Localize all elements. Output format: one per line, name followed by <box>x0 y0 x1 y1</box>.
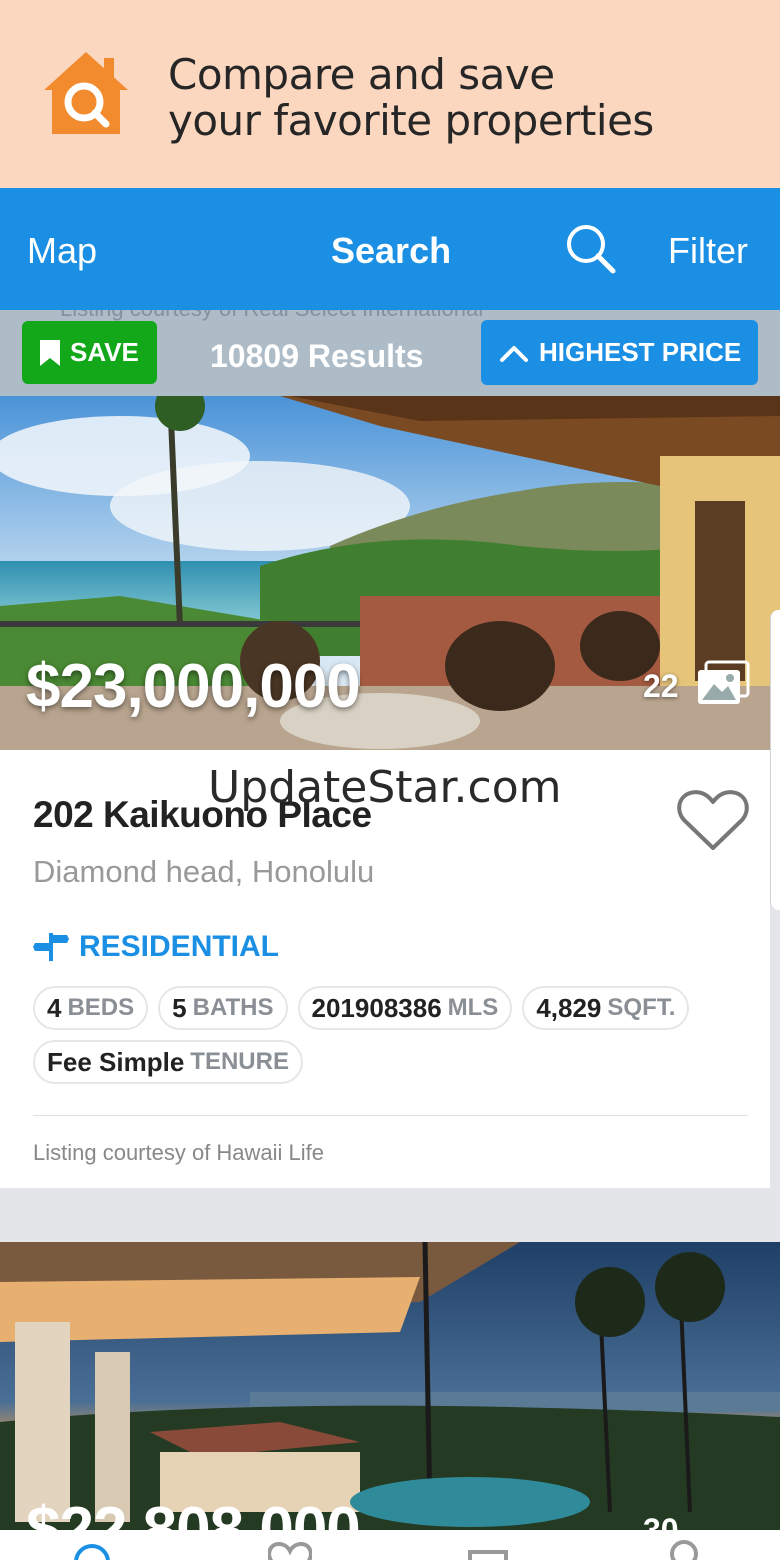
chip-value: Fee Simple <box>47 1046 185 1077</box>
sort-button[interactable]: HIGHEST PRICE <box>481 320 758 385</box>
promo-line-1: Compare and save <box>168 50 555 99</box>
heart-icon[interactable] <box>268 1540 312 1560</box>
map-tab[interactable]: Map <box>27 230 97 272</box>
bookmark-icon <box>40 339 60 366</box>
mls-chip: 201908386 MLS <box>297 986 513 1030</box>
chip-value: 4,829 <box>536 992 602 1023</box>
watermark: UpdateStar.com <box>208 762 562 813</box>
saved-searches-icon[interactable] <box>466 1540 510 1560</box>
chip-value: 201908386 <box>311 992 442 1023</box>
house-search-icon <box>44 52 128 134</box>
scroll-indicator[interactable] <box>770 610 780 910</box>
chip-unit: TENURE <box>190 1048 289 1075</box>
chip-value: 4 <box>47 992 62 1023</box>
bottom-nav <box>0 1530 780 1560</box>
promo-line-2: your favorite properties <box>168 96 654 145</box>
listing-neighborhood: Diamond head, Honolulu <box>33 854 375 889</box>
property-type: RESIDENTIAL <box>33 930 279 964</box>
chevron-up-icon <box>500 345 528 362</box>
listing-courtesy: Listing courtesy of Hawaii Life <box>33 1140 325 1165</box>
results-count: 10809 Results <box>210 338 424 374</box>
divider <box>33 1115 748 1116</box>
account-icon[interactable] <box>662 1540 706 1560</box>
sort-label: HIGHEST PRICE <box>539 337 742 367</box>
promo-text: Compare and save your favorite propertie… <box>168 52 654 144</box>
chip-value: 5 <box>172 992 187 1023</box>
search-icon[interactable] <box>560 218 620 278</box>
listing-2-price: $22,808,000 <box>26 1495 361 1532</box>
promo-banner: Compare and save your favorite propertie… <box>0 0 780 188</box>
beds-chip: 4 BEDS <box>33 986 149 1030</box>
listing-details: 4 BEDS 5 BATHS 201908386 MLS 4,829 SQFT.… <box>33 986 733 1084</box>
chip-unit: BATHS <box>192 994 274 1021</box>
save-label: SAVE <box>70 337 139 367</box>
chip-unit: BEDS <box>67 994 135 1021</box>
signpost-icon <box>33 933 69 961</box>
listing-photo-2[interactable]: $22,808,000 30 <box>0 1242 780 1532</box>
search-tab[interactable]: Search <box>331 230 451 272</box>
results-bar: Listing courtesy of Real Select Internat… <box>0 310 780 396</box>
search-icon[interactable] <box>70 1540 114 1560</box>
filter-button[interactable]: Filter <box>668 230 748 272</box>
sqft-chip: 4,829 SQFT. <box>522 986 690 1030</box>
photo-count: 22 <box>643 668 679 704</box>
gallery-icon[interactable] <box>696 660 750 708</box>
listing-photo[interactable]: $23,000,000 22 <box>0 396 780 750</box>
top-nav: Map Search Filter <box>0 188 780 310</box>
favorite-heart-icon[interactable] <box>676 788 750 854</box>
save-search-button[interactable]: SAVE <box>22 321 157 384</box>
chip-unit: MLS <box>447 994 499 1021</box>
listing-price: $23,000,000 <box>26 652 361 721</box>
chip-unit: SQFT. <box>607 994 676 1021</box>
baths-chip: 5 BATHS <box>158 986 288 1030</box>
listing-card[interactable]: 202 Kaikuono Place UpdateStar.com Diamon… <box>0 750 770 1188</box>
listing-photo-2-image <box>0 1242 780 1532</box>
listing-2-photo-count: 30 <box>643 1512 679 1532</box>
property-type-label: RESIDENTIAL <box>79 930 280 963</box>
tenure-chip: Fee Simple TENURE <box>33 1040 303 1084</box>
